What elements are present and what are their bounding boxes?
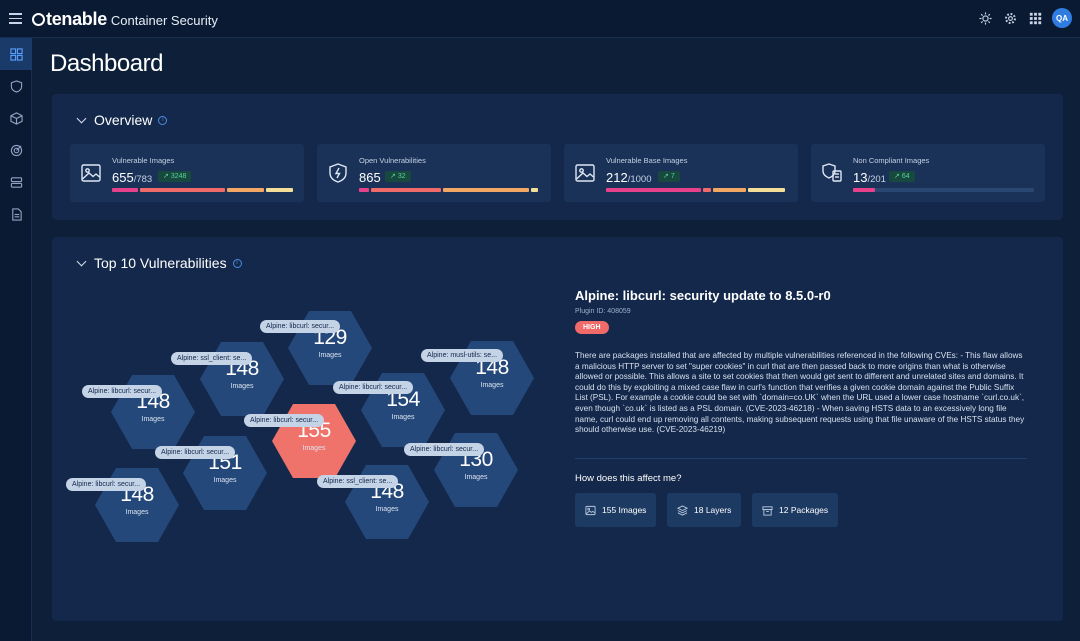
report-icon <box>11 207 22 221</box>
stack-icon <box>10 176 22 188</box>
trend-badge: ↗ 7 <box>658 171 680 182</box>
hex-tooltip: Alpine: ssl_client: se... <box>171 352 253 365</box>
overview-header[interactable]: Overview i <box>76 112 168 128</box>
image-icon <box>575 164 595 182</box>
sun-icon[interactable] <box>977 10 993 26</box>
vuln-hex[interactable]: 129 Images <box>288 306 372 390</box>
hex-tooltip: Alpine: libcurl: secur... <box>155 446 236 459</box>
card-label: Vulnerable Images <box>112 156 175 165</box>
layers-icon <box>677 504 688 516</box>
product-name: Container Security <box>110 13 218 28</box>
vuln-hex[interactable]: 130 Images <box>434 428 518 512</box>
apps-grid-icon[interactable] <box>1027 10 1043 26</box>
chevron-down-icon[interactable] <box>76 256 87 266</box>
overview-title: Overview <box>94 112 153 128</box>
info-icon[interactable]: i <box>158 115 168 125</box>
card-value: 212/1000 <box>606 170 652 185</box>
severity-bar <box>606 188 787 192</box>
severity-badge: HIGH <box>575 321 609 334</box>
card-vulnerable-base-images[interactable]: Vulnerable Base Images 212/1000 ↗ 7 <box>564 144 798 202</box>
sidebar-item-radar[interactable] <box>0 134 32 166</box>
card-value: 865 <box>359 170 381 185</box>
hex-tooltip: Alpine: musl-utils: se... <box>421 349 504 362</box>
card-value: 655/783 <box>112 170 153 185</box>
severity-bar <box>853 188 1034 192</box>
severity-bar <box>359 188 540 192</box>
card-open-vulnerabilities[interactable]: Open Vulnerabilities 865 ↗ 32 <box>317 144 551 202</box>
gear-icon[interactable] <box>1002 10 1018 26</box>
brand[interactable]: tenable Container Security <box>32 9 218 30</box>
divider <box>575 458 1027 459</box>
info-icon[interactable]: i <box>232 258 242 268</box>
top10-title: Top 10 Vulnerabilities <box>94 255 227 271</box>
vuln-hex-selected[interactable]: 155 Images <box>272 399 356 483</box>
hex-tooltip: Alpine: libcurl: secur... <box>333 381 414 394</box>
hex-tooltip: Alpine: libcurl: secur... <box>66 478 147 491</box>
sidebar-item-cube[interactable] <box>0 102 32 134</box>
hex-tooltip: Alpine: libcurl: secur... <box>260 320 341 333</box>
severity-bar <box>112 188 293 192</box>
hex-tooltip: Alpine: libcurl: secur... <box>244 414 325 427</box>
image-icon <box>81 164 101 182</box>
avatar[interactable]: QA <box>1052 8 1072 28</box>
page-title: Dashboard <box>50 50 163 77</box>
card-label: Vulnerable Base Images <box>606 156 688 165</box>
cube-icon <box>9 111 23 125</box>
trend-badge: ↗ 3248 <box>158 171 192 182</box>
card-value: 13/201 <box>853 170 886 185</box>
layers-chip[interactable]: 18 Layers <box>667 493 742 527</box>
hex-tooltip: Alpine: ssl_client: se... <box>317 475 399 488</box>
dashboard-icon <box>9 47 23 61</box>
vulnerability-description: There are packages installed that are af… <box>575 351 1025 435</box>
top10-header[interactable]: Top 10 Vulnerabilities i <box>76 255 242 271</box>
trend-badge: ↗ 32 <box>385 171 411 182</box>
sidebar-item-shield[interactable] <box>0 70 32 102</box>
packages-chip[interactable]: 12 Packages <box>752 493 839 527</box>
vuln-hex[interactable]: 151 Images <box>183 431 267 515</box>
vulnerability-title: Alpine: libcurl: security update to 8.5.… <box>575 288 831 303</box>
card-vulnerable-images[interactable]: Vulnerable Images 655/783 ↗ 3248 <box>70 144 304 202</box>
affect-heading: How does this affect me? <box>575 473 682 484</box>
card-label: Open Vulnerabilities <box>359 156 426 165</box>
hex-tooltip: Alpine: libcurl: secur... <box>82 385 163 398</box>
package-icon <box>762 505 773 516</box>
trend-badge: ↗ 64 <box>889 171 915 182</box>
card-label: Non Compliant Images <box>853 156 930 165</box>
image-icon <box>585 505 596 515</box>
shield-bolt-icon <box>329 163 347 183</box>
top-bar: tenable Container Security QA <box>0 0 1080 38</box>
vuln-hex[interactable]: 148 Images <box>95 463 179 547</box>
sidebar-item-stack[interactable] <box>0 166 32 198</box>
sidebar <box>0 38 32 641</box>
sidebar-item-report[interactable] <box>0 198 32 230</box>
tenable-logo: tenable <box>32 9 107 30</box>
chevron-down-icon[interactable] <box>76 113 87 123</box>
shield-icon <box>10 79 22 93</box>
sidebar-item-dashboard[interactable] <box>0 38 32 70</box>
images-chip[interactable]: 155 Images <box>575 493 657 527</box>
menu-icon[interactable] <box>9 13 22 24</box>
compliance-icon <box>822 163 842 182</box>
plugin-id: Plugin ID: 408059 <box>575 308 631 315</box>
vuln-hex[interactable]: 148 Images <box>345 460 429 544</box>
radar-icon <box>10 144 22 156</box>
hex-tooltip: Alpine: libcurl: secur... <box>404 443 485 456</box>
card-non-compliant-images[interactable]: Non Compliant Images 13/201 ↗ 64 <box>811 144 1045 202</box>
